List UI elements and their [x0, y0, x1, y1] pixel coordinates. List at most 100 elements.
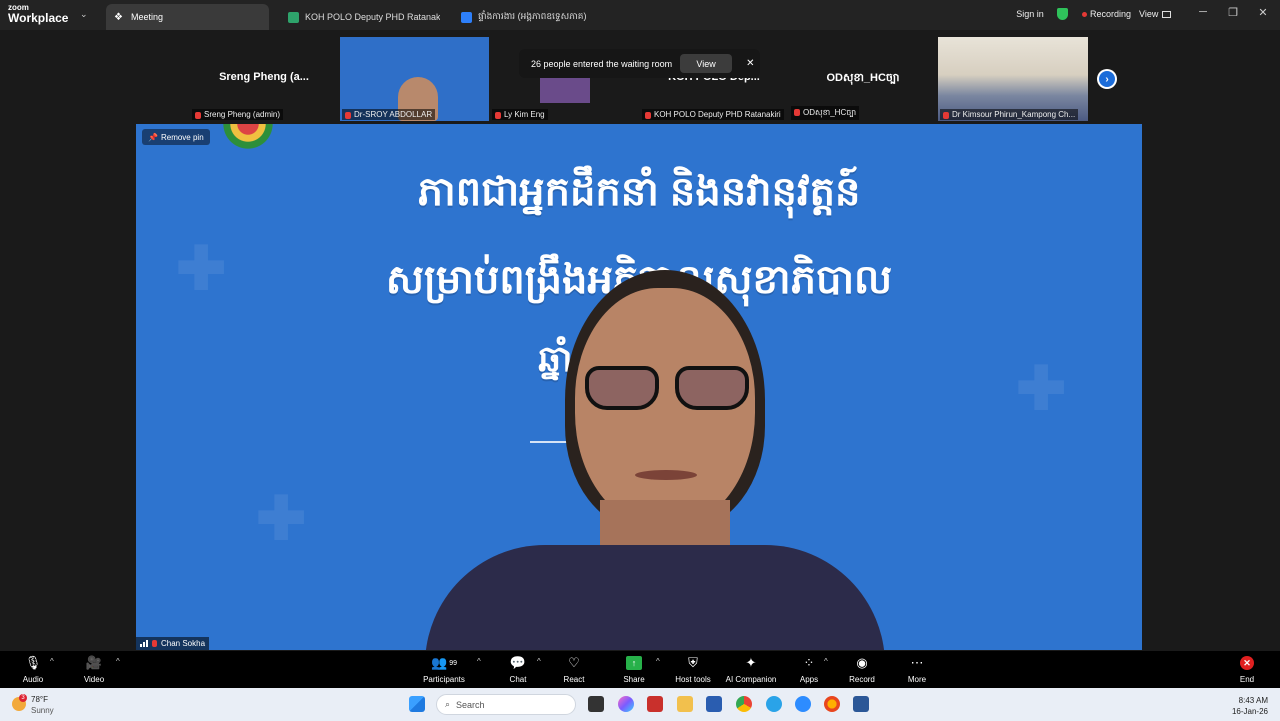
clock-date: 16-Jan-26 [1231, 707, 1268, 716]
close-icon[interactable]: ✕ [746, 58, 754, 69]
tab-khmer-workspace[interactable]: ផ្ទាំងការងារ (អង្គភាពឧទ្ទេសភាគ) [453, 4, 613, 30]
participant-tile[interactable]: Sreng Pheng (a... Sreng Pheng (admin) [190, 37, 338, 121]
apps-button[interactable]: ⁘ Apps [779, 655, 839, 684]
participant-label: Dr Kimsour Phirun_Kampong Ch... [940, 109, 1079, 120]
taskbar-search[interactable]: ⌕ Search [436, 694, 576, 715]
chevron-up-icon[interactable]: ^ [656, 657, 660, 666]
tab-label: ផ្ទាំងការងារ (អង្គភាពឧទ្ទេសភាគ) [478, 10, 587, 21]
end-call-icon: ✕ [1240, 656, 1254, 670]
record-label: Record [849, 675, 875, 684]
meeting-toolbar: 🎙 Audio ^ 🎥 Video ^ 👥 99 Participants ^ 💬… [0, 651, 1280, 688]
toast-message: 26 people entered the waiting room [531, 58, 673, 69]
windows-start-icon[interactable] [409, 696, 425, 712]
minimize-icon[interactable]: ─ [1193, 6, 1213, 18]
next-page-button[interactable]: › [1097, 69, 1117, 89]
file-explorer-icon[interactable] [677, 696, 693, 712]
copilot-icon[interactable] [618, 696, 634, 712]
firefox-icon[interactable] [824, 696, 840, 712]
signal-bars-icon [140, 640, 148, 647]
slide-title-line: ភាពជាអ្នកដឹកនាំ និងនវានុវត្តន៍ [417, 170, 861, 214]
remove-pin-button[interactable]: 📌 Remove pin [142, 129, 210, 145]
participant-label: Ly Kim Eng [492, 109, 548, 120]
task-view-icon[interactable] [588, 696, 604, 712]
red-app-icon[interactable] [647, 696, 663, 712]
chevron-up-icon[interactable]: ^ [537, 657, 541, 666]
view-label: View [1139, 9, 1159, 19]
speaker-video [425, 270, 885, 650]
participants-icon: 👥 99 [431, 655, 457, 670]
tab-label: KOH POLO Deputy PHD Ratanakiri's sc [305, 12, 440, 22]
participant-label: Sreng Pheng (admin) [192, 109, 284, 120]
sign-in-button[interactable]: Sign in [1010, 5, 1050, 23]
react-button[interactable]: ♡ React [544, 655, 604, 684]
participants-button[interactable]: 👥 99 Participants [414, 655, 474, 684]
mic-muted-icon [152, 640, 157, 647]
sparkle-icon: ✦ [745, 655, 757, 670]
ai-companion-label: AI Companion [725, 675, 777, 684]
app-tab-icon [461, 11, 472, 23]
close-icon[interactable]: ✕ [1253, 6, 1273, 19]
telegram-icon[interactable] [766, 696, 782, 712]
chevron-up-icon[interactable]: ^ [477, 657, 481, 666]
windows-taskbar: 3 78°F Sunny ⌕ Search 8:43 AM 16-Jan-26 [0, 688, 1280, 721]
chevron-down-icon[interactable]: ⌄ [80, 9, 88, 20]
restore-icon[interactable]: ❐ [1223, 6, 1243, 19]
weather-badge: 3 [19, 694, 27, 702]
share-label: Share [623, 675, 645, 684]
paw-icon: ❖ [114, 11, 123, 23]
end-button[interactable]: ✕ End [1217, 655, 1277, 684]
participants-label: Participants [423, 675, 465, 684]
main-video[interactable]: ✚ ✚ ✚ ភាពជាអ្នកដឹកនាំ និងនវានុវត្តន៍ សម្… [136, 124, 1142, 650]
chevron-up-icon[interactable]: ^ [116, 657, 120, 666]
more-icon: ⋯ [910, 655, 924, 670]
host-tools-button[interactable]: ⛨ Host tools [663, 655, 723, 684]
record-button[interactable]: ◉ Record [832, 655, 892, 684]
heart-icon: ♡ [568, 655, 580, 670]
record-icon: ◉ [856, 655, 868, 670]
app-tab-icon [288, 11, 299, 23]
search-placeholder: Search [456, 699, 485, 710]
participant-label: Dr-SROY ABDOLLAR [342, 109, 436, 120]
participant-tile[interactable]: Dr-SROY ABDOLLAR [340, 37, 489, 121]
system-clock[interactable]: 8:43 AM 16-Jan-26 [1232, 695, 1268, 717]
temperature: 78°F [31, 695, 48, 704]
record-dot-icon [1082, 11, 1087, 17]
shield-icon: ⛨ [688, 655, 698, 670]
mic-muted-icon: 🎙 [24, 655, 42, 670]
more-button[interactable]: ⋯ More [887, 655, 947, 684]
waiting-room-toast: 26 people entered the waiting room View … [519, 49, 760, 78]
participant-tile[interactable]: Dr Kimsour Phirun_Kampong Ch... [938, 37, 1088, 121]
shield-icon[interactable] [1057, 8, 1068, 20]
participants-count: 99 [449, 659, 457, 667]
store-icon[interactable] [706, 696, 722, 712]
end-label: End [1239, 675, 1255, 684]
word-icon[interactable] [853, 696, 869, 712]
view-button[interactable]: View [1133, 5, 1177, 23]
remove-pin-label: Remove pin [160, 132, 204, 142]
tab-meeting[interactable]: ❖ Meeting [106, 4, 269, 30]
participant-tile[interactable]: ODសុខា_HCច្បា ODសុខា_HCច្បា [789, 37, 937, 121]
zoom-icon[interactable] [795, 696, 811, 712]
title-bar: zoom Workplace ⌄ ❖ Meeting KOH POLO Depu… [0, 0, 1280, 30]
chevron-up-icon[interactable]: ^ [824, 657, 828, 666]
share-button[interactable]: ↑ Share [604, 655, 664, 684]
toast-view-button[interactable]: View [680, 54, 733, 73]
participant-display-name: Sreng Pheng (a... [219, 71, 309, 83]
audio-label: Audio [22, 675, 44, 684]
audio-button[interactable]: 🎙 Audio [3, 655, 63, 684]
ministry-emblem [206, 124, 290, 164]
video-button[interactable]: 🎥 Video [64, 655, 124, 684]
ai-companion-button[interactable]: ✦ AI Companion [721, 655, 781, 684]
tab-koh-polo[interactable]: KOH POLO Deputy PHD Ratanakiri's sc [280, 4, 440, 30]
speaker-name: Chan Sokha [161, 639, 206, 648]
chrome-icon[interactable] [736, 696, 752, 712]
video-label: Video [83, 675, 105, 684]
react-label: React [563, 675, 585, 684]
recording-indicator[interactable]: Recording [1076, 5, 1137, 23]
participant-label: ODសុខា_HCច្បា [791, 106, 860, 120]
chevron-up-icon[interactable]: ^ [50, 657, 54, 666]
share-screen-icon: ↑ [626, 656, 642, 670]
more-label: More [907, 675, 927, 684]
recording-label: Recording [1090, 9, 1132, 19]
zoom-logo[interactable]: zoom Workplace [8, 4, 68, 25]
